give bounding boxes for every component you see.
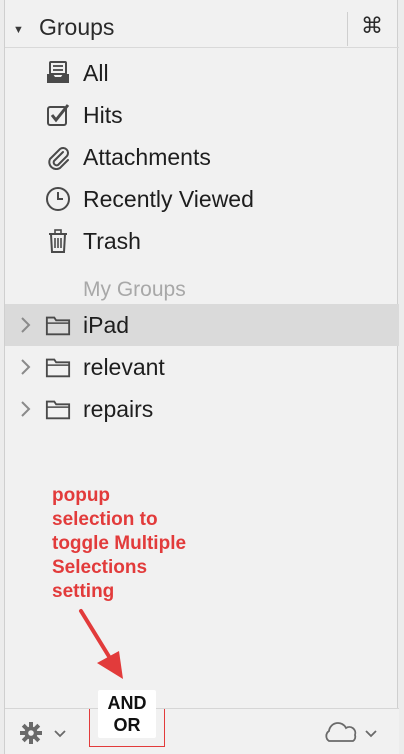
my-group-item-ipad[interactable]: iPad	[5, 304, 399, 346]
chevron-down-icon	[365, 730, 377, 738]
gear-icon	[20, 722, 42, 744]
header-divider	[347, 12, 348, 46]
my-group-item-repairs[interactable]: repairs	[5, 388, 399, 430]
my-group-label: iPad	[83, 312, 130, 338]
folder-icon	[45, 312, 71, 338]
command-key-icon[interactable]: ⌘	[361, 14, 383, 39]
annotation-line: setting	[52, 581, 115, 602]
cloud-icon	[325, 722, 357, 742]
annotation-callout: popup selection to toggle Multiple Selec…	[52, 484, 242, 604]
inbox-tray-icon	[45, 60, 71, 86]
group-item-hits[interactable]: Hits	[5, 94, 399, 136]
folder-icon	[45, 354, 71, 380]
annotation-line: popup	[52, 485, 111, 506]
header-underline	[5, 47, 399, 48]
checkbox-icon	[45, 102, 71, 128]
groups-title[interactable]: Groups	[39, 14, 114, 41]
groups-header: ▼ Groups ⌘	[5, 0, 399, 60]
and-or-popup-button[interactable]: AND OR	[98, 690, 156, 738]
folder-icon	[45, 396, 71, 422]
collapse-triangle-icon[interactable]: ▼	[13, 24, 24, 36]
my-group-label: repairs	[83, 396, 154, 422]
group-item-label: Trash	[83, 228, 141, 254]
annotation-arrow-icon	[79, 609, 123, 679]
group-item-attachments[interactable]: Attachments	[5, 136, 399, 178]
or-option[interactable]: OR	[114, 714, 141, 736]
bottom-toolbar	[5, 708, 399, 754]
and-option[interactable]: AND	[108, 692, 147, 714]
group-item-label: All	[83, 60, 109, 86]
trash-icon	[45, 228, 71, 254]
chevron-right-icon[interactable]	[18, 399, 32, 419]
annotation-line: toggle Multiple	[52, 533, 187, 554]
my-group-label: relevant	[83, 354, 165, 380]
chevron-right-icon[interactable]	[18, 315, 32, 335]
group-item-label: Attachments	[83, 144, 211, 170]
group-item-recently-viewed[interactable]: Recently Viewed	[5, 178, 399, 220]
group-item-label: Recently Viewed	[83, 186, 254, 212]
cloud-sync-button[interactable]	[321, 721, 385, 745]
my-group-item-relevant[interactable]: relevant	[5, 346, 399, 388]
chevron-right-icon[interactable]	[18, 357, 32, 377]
annotation-line: Selections	[52, 557, 148, 578]
group-item-trash[interactable]: Trash	[5, 220, 399, 262]
my-groups-heading: My Groups	[83, 278, 186, 301]
group-item-all[interactable]: All	[5, 52, 399, 94]
gear-menu-button[interactable]	[19, 721, 73, 745]
clock-icon	[45, 186, 71, 212]
chevron-down-icon	[54, 730, 66, 738]
groups-panel: ▼ Groups ⌘ All Hits Attachments Recently…	[4, 0, 399, 754]
group-item-label: Hits	[83, 102, 123, 128]
annotation-line: selection to	[52, 509, 158, 530]
paperclip-icon	[45, 144, 71, 170]
